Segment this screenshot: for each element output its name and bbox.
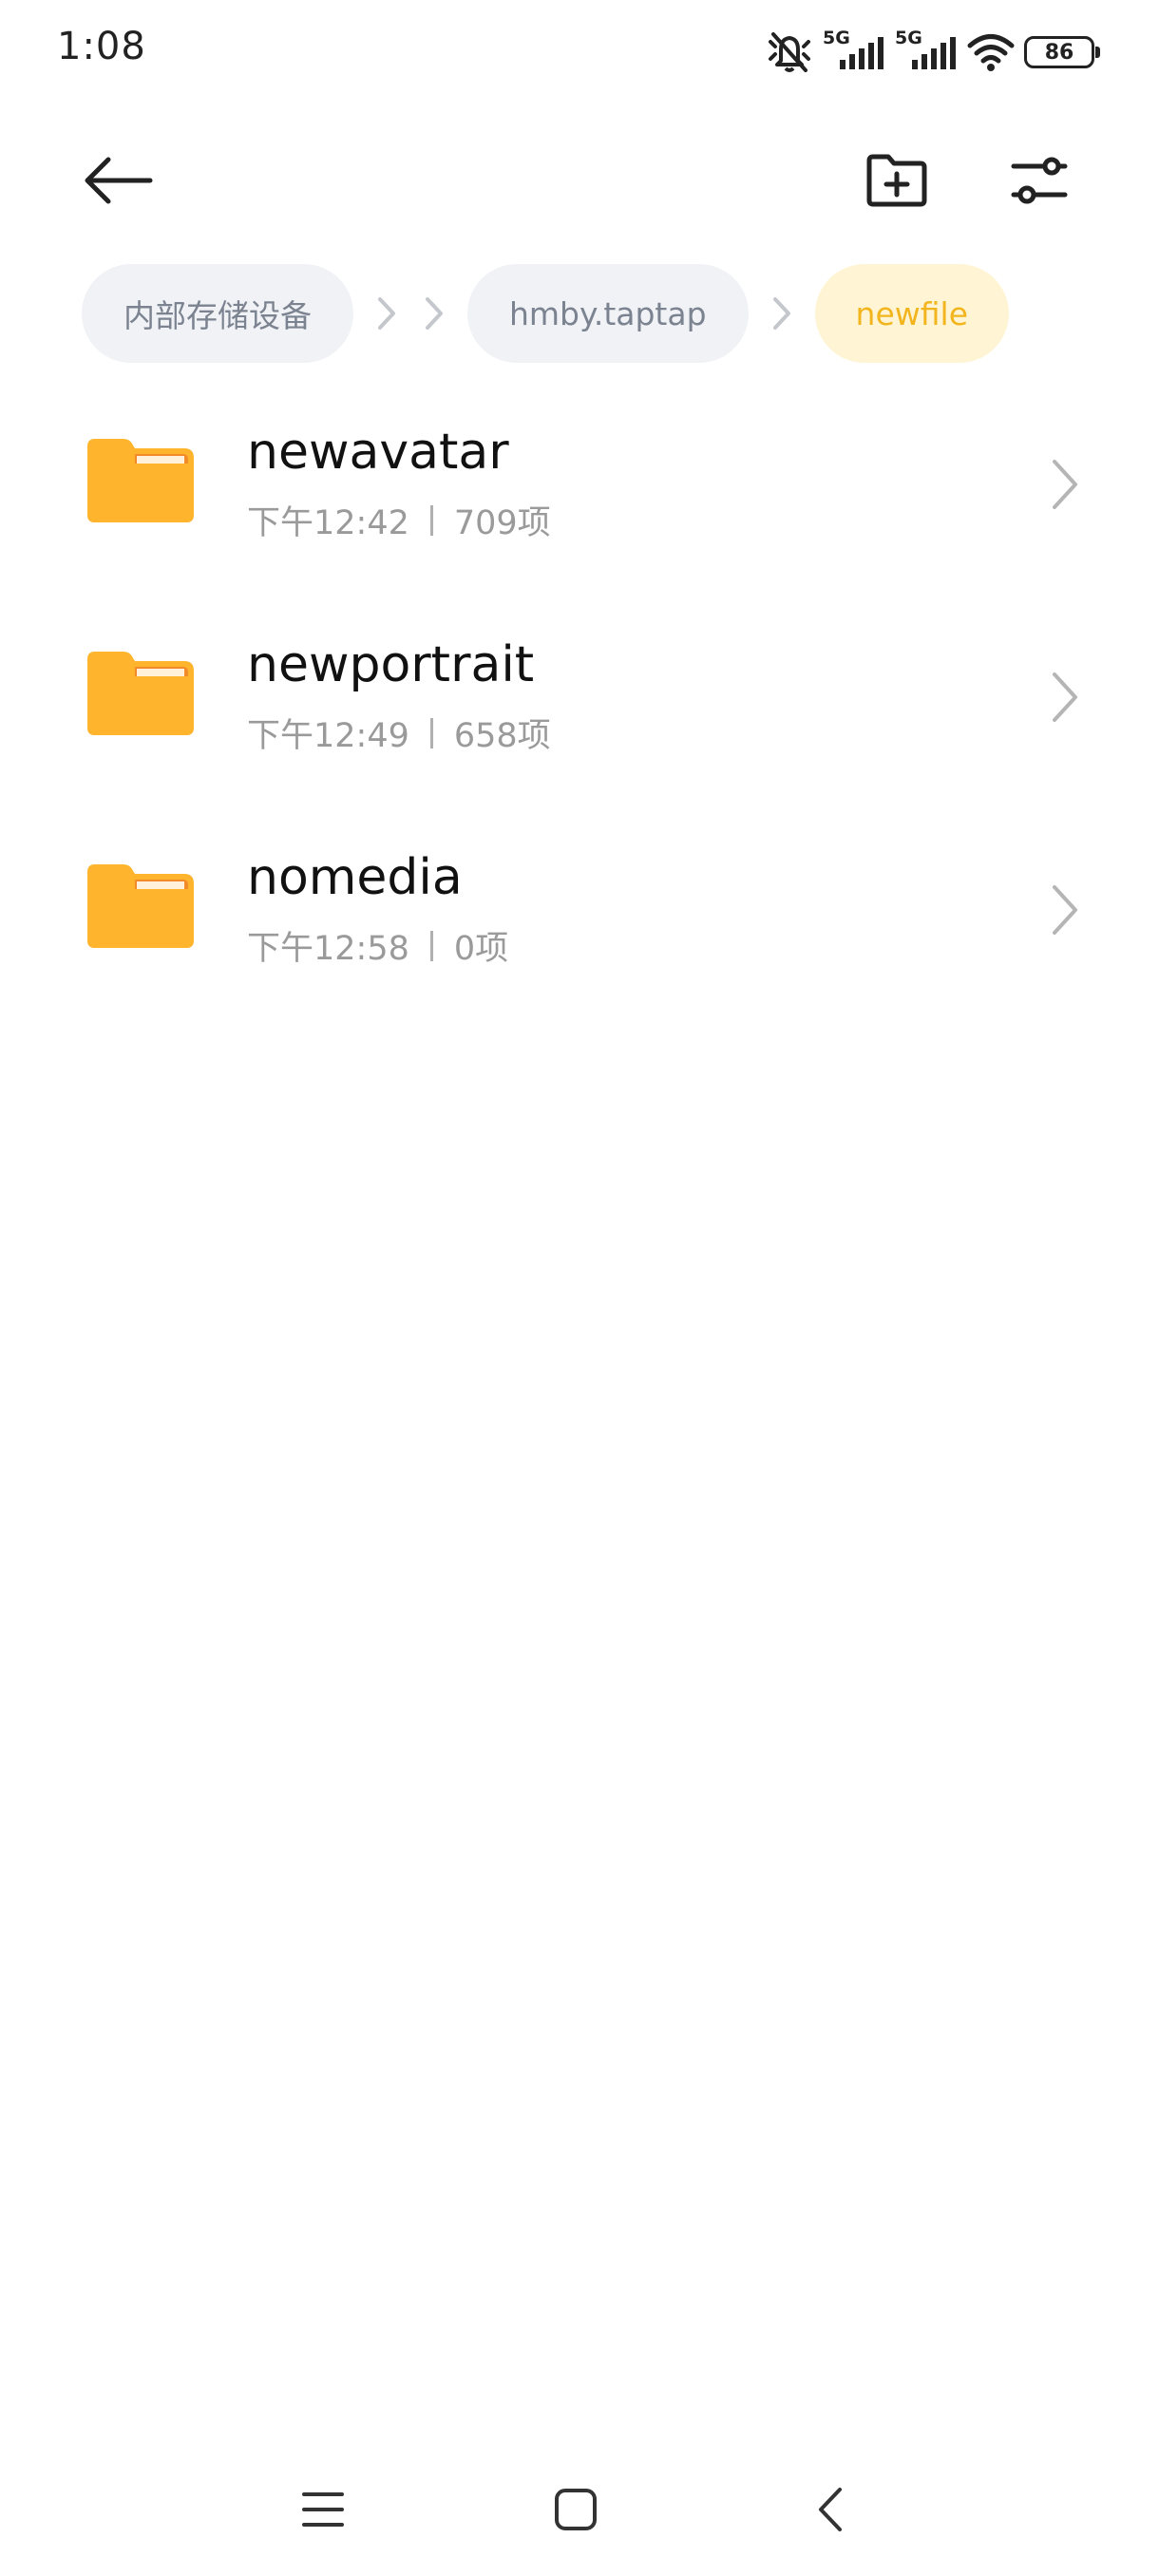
list-item[interactable]: nomedia 下午12:58 0项 <box>0 815 1159 1028</box>
meta-divider <box>429 504 433 536</box>
chevron-left-icon <box>819 2488 842 2531</box>
file-meta: 下午12:58 0项 <box>247 921 508 970</box>
sliders-icon <box>1011 157 1068 204</box>
menu-icon <box>302 2492 344 2527</box>
meta-divider <box>429 930 433 961</box>
breadcrumb-separator <box>376 295 445 331</box>
battery-level: 86 <box>1044 40 1074 65</box>
list-item[interactable]: newavatar 下午12:42 709项 <box>0 389 1159 602</box>
breadcrumb-separator <box>771 295 792 331</box>
toolbar <box>0 133 1159 228</box>
breadcrumb: 内部存储设备 hmby.taptap newfile <box>82 264 1010 363</box>
file-item-count: 658项 <box>453 717 551 755</box>
system-back-button[interactable] <box>791 2472 867 2548</box>
status-time: 1:08 <box>57 25 146 68</box>
breadcrumb-item-newfile[interactable]: newfile <box>814 264 1010 363</box>
system-nav-bar <box>0 2451 1159 2565</box>
breadcrumb-item-hmby-taptap[interactable]: hmby.taptap <box>467 264 749 363</box>
chevron-right-icon <box>378 297 395 330</box>
new-folder-button[interactable] <box>849 133 944 228</box>
file-item-count: 0项 <box>453 930 509 968</box>
filter-button[interactable] <box>992 133 1087 228</box>
breadcrumb-item-internal-storage[interactable]: 内部存储设备 <box>82 264 353 363</box>
file-name: newavatar <box>247 424 509 481</box>
battery-icon: 86 <box>1024 36 1100 68</box>
chevron-right-icon <box>1053 672 1077 722</box>
signal-icon: 5G <box>895 28 958 73</box>
folder-icon <box>87 864 194 948</box>
meta-divider <box>429 717 433 748</box>
signal-icon: 5G <box>823 28 885 73</box>
status-bar: 1:08 5G 5G 86 <box>0 0 1159 104</box>
recent-apps-button[interactable] <box>285 2472 361 2548</box>
list-item[interactable]: newportrait 下午12:49 658项 <box>0 602 1159 815</box>
file-name: nomedia <box>247 849 463 906</box>
arrow-left-icon <box>85 157 153 204</box>
wifi-icon <box>967 34 1015 71</box>
chevron-right-icon <box>1053 885 1077 935</box>
folder-icon <box>87 439 194 522</box>
home-button[interactable] <box>538 2472 614 2548</box>
folder-icon <box>87 652 194 735</box>
home-square-icon <box>555 2489 597 2530</box>
back-button[interactable] <box>70 133 165 228</box>
folder-plus-icon <box>866 154 927 207</box>
mute-icon <box>769 32 810 72</box>
file-list: newavatar 下午12:42 709项 newportrait 下午12:… <box>0 389 1159 1028</box>
status-icons: 5G 5G 86 <box>766 28 1100 76</box>
file-meta: 下午12:42 709项 <box>247 496 551 544</box>
file-modified-time: 下午12:58 <box>247 930 409 968</box>
file-modified-time: 下午12:42 <box>247 504 409 542</box>
file-name: newportrait <box>247 636 535 693</box>
file-item-count: 709项 <box>453 504 551 542</box>
file-meta: 下午12:49 658项 <box>247 709 551 757</box>
chevron-right-icon <box>772 297 790 330</box>
file-modified-time: 下午12:49 <box>247 717 409 755</box>
chevron-right-icon <box>1053 460 1077 509</box>
chevron-right-icon <box>426 297 443 330</box>
